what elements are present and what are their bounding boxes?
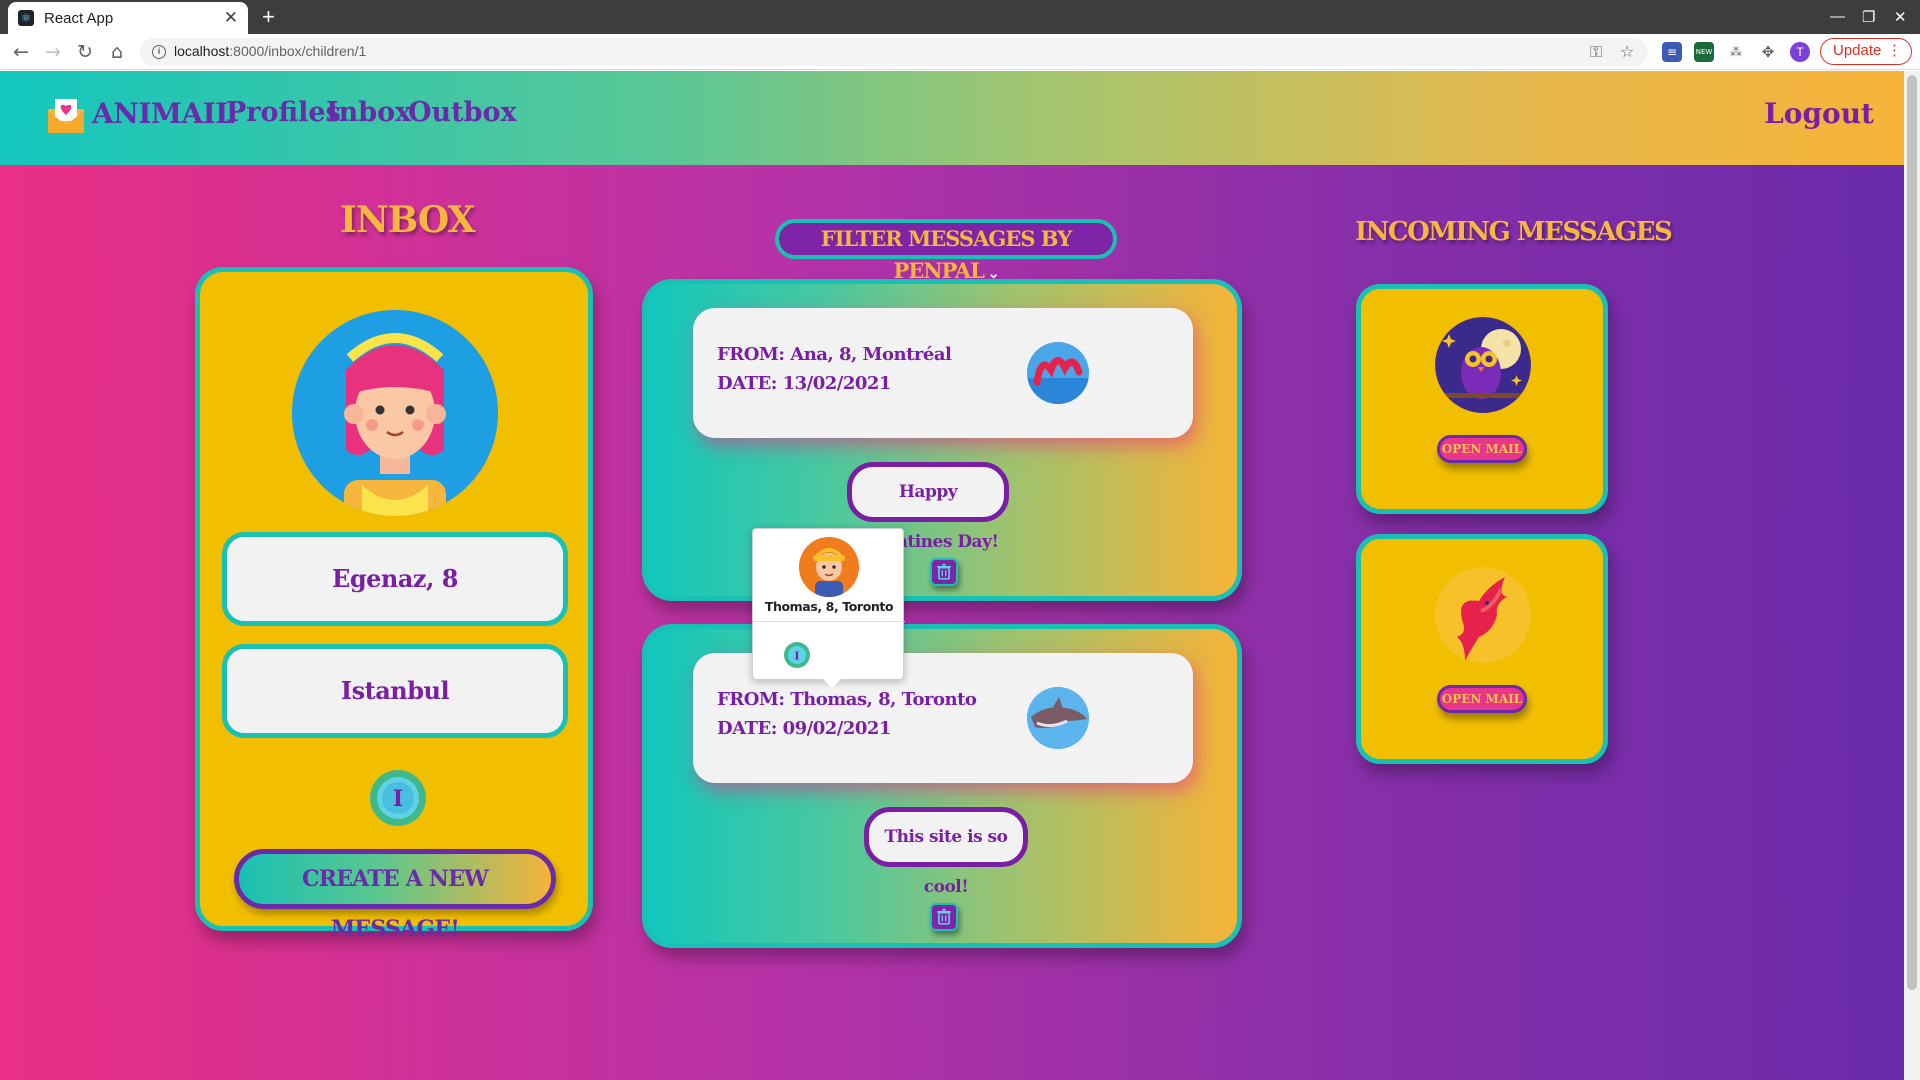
browser-tab-bar: ⚛ React App ✕ + — ❐ ✕ (0, 0, 1920, 34)
key-icon[interactable]: ⚿ (1590, 42, 1602, 62)
nav-link-outbox[interactable]: Outbox (408, 97, 517, 128)
message-header: FROM: Ana, 8, Montréal DATE: 13/02/2021 (693, 308, 1193, 438)
profile-avatar[interactable]: T (1790, 42, 1810, 62)
restore-icon[interactable]: ❐ (1862, 8, 1875, 26)
profile-name-age: Egenaz, 8 (222, 532, 568, 626)
tab-title: React App (44, 9, 114, 27)
trash-icon[interactable] (930, 903, 958, 931)
penpal-tooltip: Thomas, 8, Toronto I (752, 528, 905, 688)
back-icon[interactable]: ← (8, 40, 34, 64)
envelope-heart-icon[interactable] (46, 95, 86, 135)
boy-avatar-icon (799, 537, 859, 597)
message-card: FROM: Ana, 8, Montréal DATE: 13/02/2021 … (642, 279, 1242, 601)
filter-penpal-select[interactable]: FILTER MESSAGES BY PENPAL ⌄ (775, 219, 1117, 283)
reload-icon[interactable]: ↻ (72, 40, 98, 64)
page-scrollbar[interactable] (1904, 71, 1920, 1080)
message-date: DATE: 13/02/2021 (717, 373, 891, 394)
sea-serpent-icon (1027, 342, 1089, 404)
tooltip-divider (753, 621, 905, 622)
filter-label: FILTER MESSAGES BY PENPAL (820, 226, 1072, 283)
extension-new-icon[interactable]: NEW (1694, 42, 1714, 62)
scrollbar-thumb[interactable] (1907, 75, 1917, 990)
menu-dots-icon: ⋮ (1887, 42, 1902, 59)
incoming-mail-card: OPEN MAIL (1356, 284, 1608, 514)
url-host: localhost (174, 43, 230, 59)
window-close-icon[interactable]: ✕ (1894, 8, 1907, 26)
incoming-mail-card: OPEN MAIL (1356, 534, 1608, 764)
profile-card: Egenaz, 8 Istanbul I CREATE A NEW MESSAG… (195, 267, 593, 942)
home-icon[interactable]: ⌂ (104, 40, 130, 64)
dolphin-icon (1027, 687, 1089, 749)
incoming-messages-title: INCOMING MESSAGES (1355, 217, 1673, 247)
message-card: FROM: Thomas, 8, Toronto DATE: 09/02/202… (642, 624, 1242, 948)
app-page: ANIMAIL Profiles Inbox Outbox Logout INB… (0, 71, 1904, 1080)
react-favicon-icon: ⚛ (18, 10, 34, 26)
message-date: DATE: 09/02/2021 (717, 718, 891, 739)
message-from: FROM: Ana, 8, Montréal (717, 344, 952, 365)
nav-link-inbox[interactable]: Inbox (326, 97, 411, 128)
app-header: ANIMAIL Profiles Inbox Outbox Logout (0, 71, 1904, 165)
site-info-icon[interactable]: i (152, 45, 166, 59)
message-body: This site is so cool! (864, 807, 1028, 897)
girl-avatar-icon (292, 310, 498, 516)
phoenix-icon (1435, 567, 1531, 663)
create-message-button[interactable]: CREATE A NEW MESSAGE! (234, 849, 556, 942)
extension-list-icon[interactable]: ≡ (1662, 42, 1682, 62)
url-text[interactable]: localhost:8000/inbox/children/1 (174, 43, 366, 59)
open-mail-button[interactable]: OPEN MAIL (1437, 435, 1527, 463)
inbox-title: INBOX (340, 199, 475, 241)
address-bar[interactable]: i localhost:8000/inbox/children/1 ⚿ ☆ (140, 38, 1648, 66)
trash-icon[interactable] (930, 558, 958, 586)
brand-logo-text[interactable]: ANIMAIL (92, 97, 235, 130)
laurel-badge-icon: I (784, 642, 810, 668)
url-path: :8000/inbox/children/1 (229, 43, 367, 59)
new-tab-icon[interactable]: + (262, 4, 275, 30)
puzzle-icon[interactable]: ✥ (1758, 42, 1778, 62)
svg-text:I: I (794, 650, 799, 663)
nav-link-profiles[interactable]: Profiles (226, 97, 341, 128)
tab-close-icon[interactable]: ✕ (224, 9, 238, 27)
owl-icon (1435, 317, 1531, 413)
browser-toolbar: ← → ↻ ⌂ i localhost:8000/inbox/children/… (0, 34, 1920, 70)
dropbox-icon[interactable]: ⁂ (1726, 42, 1746, 62)
update-button[interactable]: Update ⋮ (1820, 38, 1912, 65)
message-from: FROM: Thomas, 8, Toronto (717, 689, 977, 710)
update-label: Update (1833, 42, 1882, 59)
forward-icon[interactable]: → (40, 40, 66, 64)
svg-text:I: I (393, 786, 403, 812)
message-body: Happy Valentines Day! (847, 462, 1009, 552)
open-mail-button[interactable]: OPEN MAIL (1437, 685, 1527, 713)
bookmark-star-icon[interactable]: ☆ (1620, 42, 1634, 61)
ext-new-badge: NEW (1695, 48, 1713, 56)
profile-city: Istanbul (222, 644, 568, 738)
minimize-icon[interactable]: — (1830, 8, 1845, 25)
logout-link[interactable]: Logout (1764, 97, 1874, 130)
tooltip-penpal-name: Thomas, 8, Toronto (764, 599, 894, 614)
laurel-badge-icon: I (370, 770, 426, 826)
browser-tab[interactable]: ⚛ React App ✕ (8, 2, 248, 34)
